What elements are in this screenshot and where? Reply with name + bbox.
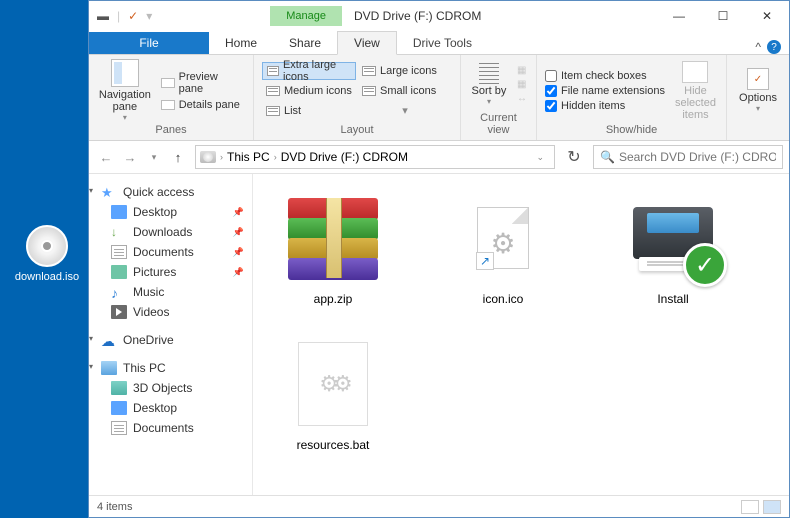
sort-icon — [479, 63, 499, 85]
status-bar: 4 items — [89, 495, 789, 517]
help-icon[interactable]: ? — [767, 40, 781, 54]
hidden-items-toggle[interactable]: Hidden items — [545, 100, 665, 112]
file-icon-ico[interactable]: ⚙↗ icon.ico — [443, 190, 563, 306]
recent-dropdown[interactable]: ▾ — [143, 146, 165, 168]
hide-selected-button: Hide selected items — [673, 61, 718, 121]
sidebar-onedrive[interactable]: ☁OneDrive — [89, 330, 252, 350]
pin-icon: 📌 — [233, 267, 244, 278]
context-tab-caption: Manage — [270, 6, 342, 26]
pin-icon: 📌 — [233, 227, 244, 238]
search-input[interactable] — [619, 150, 776, 164]
file-label: icon.ico — [443, 292, 563, 306]
sidebar-3dobjects[interactable]: 3D Objects — [89, 378, 252, 398]
sidebar-music[interactable]: ♪Music — [89, 282, 252, 302]
minimize-button[interactable]: — — [657, 1, 701, 31]
layout-md: Medium icons — [262, 82, 356, 100]
thumbnails-view-button[interactable] — [763, 500, 781, 514]
crumb-thispc[interactable]: This PC — [227, 150, 270, 164]
printer-check-icon: ✓ — [625, 193, 721, 283]
details-view-button[interactable] — [741, 500, 759, 514]
iso-icon — [26, 225, 68, 267]
forward-button[interactable]: → — [119, 146, 141, 168]
sidebar-pictures[interactable]: Pictures📌 — [89, 262, 252, 282]
sidebar-videos[interactable]: Videos — [89, 302, 252, 322]
collapse-ribbon-icon[interactable]: ^ — [755, 40, 761, 54]
crumb-location[interactable]: DVD Drive (F:) CDROM — [281, 150, 408, 164]
search-box[interactable]: 🔍 — [593, 145, 783, 169]
layout-gallery[interactable]: Extra large icons Large icons Medium ico… — [262, 62, 452, 120]
options-button[interactable]: ✓ Options ▾ — [735, 68, 781, 113]
address-bar-row: ← → ▾ ↑ › This PC › DVD Drive (F:) CDROM… — [89, 141, 789, 174]
close-button[interactable]: ✕ — [745, 1, 789, 31]
batch-file-icon — [298, 342, 368, 426]
desktop-file[interactable]: download.iso — [12, 225, 82, 283]
size-columns-icon[interactable]: ↔ — [517, 93, 527, 104]
layout-sm: Small icons — [358, 82, 452, 100]
breadcrumb[interactable]: › This PC › DVD Drive (F:) CDROM ⌄ — [195, 145, 555, 169]
up-button[interactable]: ↑ — [167, 146, 189, 168]
tab-share[interactable]: Share — [273, 32, 337, 54]
qat-sep: | — [117, 9, 120, 23]
layout-xl: Extra large icons — [262, 62, 356, 80]
layout-list: List — [262, 102, 356, 120]
ribbon: Navigation pane ▾ Preview pane Details p… — [89, 55, 789, 141]
layout-lg: Large icons — [358, 62, 452, 80]
navigation-pane-button[interactable]: Navigation pane ▾ — [97, 59, 153, 122]
group-by-icon[interactable]: ▦ — [517, 65, 527, 76]
breadcrumb-dropdown-icon[interactable]: ⌄ — [530, 152, 550, 163]
tab-file[interactable]: File — [89, 32, 209, 54]
chevron-right-icon[interactable]: › — [220, 152, 223, 162]
ico-file-icon: ⚙↗ — [477, 207, 529, 269]
explorer-window: ▬ | ✓ ▾ Manage DVD Drive (F:) CDROM — ☐ … — [88, 0, 790, 518]
sidebar-desktop[interactable]: Desktop📌 — [89, 202, 252, 222]
search-icon: 🔍 — [600, 150, 615, 164]
sidebar-documents[interactable]: Documents📌 — [89, 242, 252, 262]
tab-drive-tools[interactable]: Drive Tools — [397, 32, 488, 54]
pin-icon: 📌 — [233, 207, 244, 218]
title-bar: ▬ | ✓ ▾ Manage DVD Drive (F:) CDROM — ☐ … — [89, 1, 789, 31]
item-checkboxes-toggle[interactable]: Item check boxes — [545, 70, 665, 82]
quick-access-toolbar: ▬ | ✓ ▾ — [89, 9, 160, 23]
file-label: resources.bat — [273, 438, 393, 452]
navigation-sidebar[interactable]: ★Quick access Desktop📌 Downloads📌 Docume… — [89, 174, 253, 495]
drive-icon: ▬ — [97, 9, 109, 23]
qat-overflow-icon[interactable]: ▾ — [146, 9, 152, 23]
back-button[interactable]: ← — [95, 146, 117, 168]
maximize-button[interactable]: ☐ — [701, 1, 745, 31]
sidebar-quick-access[interactable]: ★Quick access — [89, 182, 252, 202]
file-install[interactable]: ✓ Install — [613, 190, 733, 306]
shortcut-overlay-icon: ↗ — [476, 252, 494, 270]
archive-icon — [288, 198, 378, 278]
sidebar-desktop2[interactable]: Desktop — [89, 398, 252, 418]
file-area[interactable]: app.zip ⚙↗ icon.ico ✓ Install resources.… — [253, 174, 789, 495]
add-columns-icon[interactable]: ▦ — [517, 79, 527, 90]
refresh-button[interactable]: ↻ — [561, 145, 587, 169]
file-label: app.zip — [273, 292, 393, 306]
details-pane-button[interactable]: Details pane — [161, 99, 245, 111]
file-app-zip[interactable]: app.zip — [273, 190, 393, 306]
sidebar-downloads[interactable]: Downloads📌 — [89, 222, 252, 242]
file-label: Install — [613, 292, 733, 306]
sort-by-button[interactable]: Sort by ▾ — [469, 63, 509, 106]
sidebar-documents2[interactable]: Documents — [89, 418, 252, 438]
sidebar-thispc[interactable]: This PC — [89, 358, 252, 378]
chevron-right-icon[interactable]: › — [274, 152, 277, 162]
file-ext-toggle[interactable]: File name extensions — [545, 85, 665, 97]
file-resources-bat[interactable]: resources.bat — [273, 336, 393, 452]
options-icon: ✓ — [747, 68, 769, 90]
pin-icon: 📌 — [233, 247, 244, 258]
desktop-file-label: download.iso — [12, 271, 82, 283]
ribbon-tabs: File Home Share View Drive Tools ^ ? — [89, 31, 789, 55]
item-count: 4 items — [97, 501, 132, 513]
window-title: DVD Drive (F:) CDROM — [354, 9, 481, 23]
drive-icon — [200, 151, 216, 163]
layout-scroll: ▾ — [358, 102, 452, 120]
tab-home[interactable]: Home — [209, 32, 273, 54]
tab-view[interactable]: View — [337, 31, 397, 55]
preview-pane-button[interactable]: Preview pane — [161, 71, 245, 95]
check-icon: ✓ — [128, 9, 138, 23]
